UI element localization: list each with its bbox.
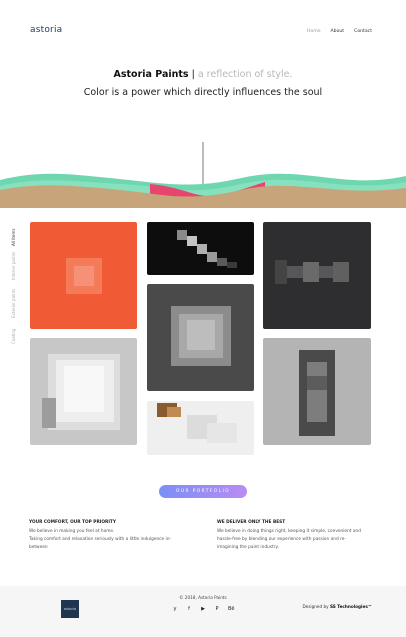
credit-prefix: Designed by [302, 604, 329, 609]
filter-all-items[interactable]: All Items [11, 229, 16, 246]
hero-tagline: a reflection of style. [197, 69, 293, 80]
info-comfort-line-3: between [29, 545, 48, 550]
hero-separator: | [191, 69, 195, 80]
footer-credit: Designed by SS Technologies™ [302, 604, 372, 609]
tile-image [263, 338, 371, 445]
info-deliver-line-3: imagining the paint industry. [217, 545, 279, 550]
hero-title: Astoria Paints | a reflection of style. [0, 69, 406, 80]
site-logo[interactable]: astoria [30, 25, 62, 35]
behance-icon[interactable]: Bē [228, 606, 235, 612]
nav-home[interactable]: Home [307, 29, 321, 34]
filter-coating[interactable]: Coating [11, 329, 16, 344]
portfolio-tile-1[interactable] [30, 222, 137, 329]
tile-image [147, 284, 254, 391]
portfolio-tile-3[interactable] [263, 222, 371, 329]
info-comfort: YOUR COMFORT, OUR TOP PRIORITY We believ… [29, 520, 199, 552]
portfolio-tile-5[interactable] [30, 338, 137, 445]
info-deliver-title: WE DELIVER ONLY THE BEST [217, 520, 286, 525]
tile-image [147, 222, 254, 275]
youtube-icon[interactable]: ▶ [200, 606, 206, 612]
pinterest-icon[interactable]: P [214, 606, 220, 612]
tile-image [30, 222, 137, 329]
filter-interior-paints[interactable]: Interior paints [11, 252, 16, 280]
tile-image [30, 338, 137, 445]
facebook-icon[interactable]: f [186, 606, 192, 612]
paint-wave-illustration [0, 142, 406, 208]
info-deliver-line-1: We believe in doing things right, keepin… [217, 529, 361, 534]
info-deliver-line-2: hassle-free by blending our experience w… [217, 537, 346, 542]
info-comfort-line-2: Taking comfort and relaxation seriously … [29, 537, 172, 542]
tile-image [263, 222, 371, 329]
site-header: astoria Home About Contact [0, 0, 406, 60]
footer-copyright: © 2018, Astoria Paints [179, 595, 227, 600]
twitter-icon[interactable]: y [172, 606, 178, 612]
portfolio-tile-4[interactable] [147, 284, 254, 391]
filter-exterior-paints[interactable]: Exterior paints [11, 289, 16, 318]
footer-logo[interactable]: astoria [61, 600, 79, 618]
site-footer: astoria © 2018, Astoria Paints y f ▶ P B… [0, 586, 406, 637]
info-deliver: WE DELIVER ONLY THE BEST We believe in d… [217, 520, 377, 552]
main-nav: Home About Contact [307, 29, 372, 34]
credit-name[interactable]: SS Technologies™ [330, 604, 372, 609]
nav-contact[interactable]: Contact [354, 29, 372, 34]
our-portfolio-button[interactable]: OUR PORTFOLIO [159, 485, 247, 498]
portfolio-filters: All Items Interior paints Exterior paint… [11, 222, 19, 352]
portfolio-tile-2[interactable] [147, 222, 254, 275]
portfolio-tile-7[interactable] [147, 401, 254, 455]
info-comfort-title: YOUR COMFORT, OUR TOP PRIORITY [29, 520, 116, 525]
tile-image [147, 401, 254, 455]
hero-subtitle: Color is a power which directly influenc… [83, 87, 323, 98]
portfolio-tile-6[interactable] [263, 338, 371, 445]
nav-about[interactable]: About [331, 29, 345, 34]
hero-brand: Astoria Paints [113, 69, 189, 80]
info-comfort-line-1: We believe in making you feel at home. [29, 529, 115, 534]
footer-social-links: y f ▶ P Bē [172, 606, 235, 612]
